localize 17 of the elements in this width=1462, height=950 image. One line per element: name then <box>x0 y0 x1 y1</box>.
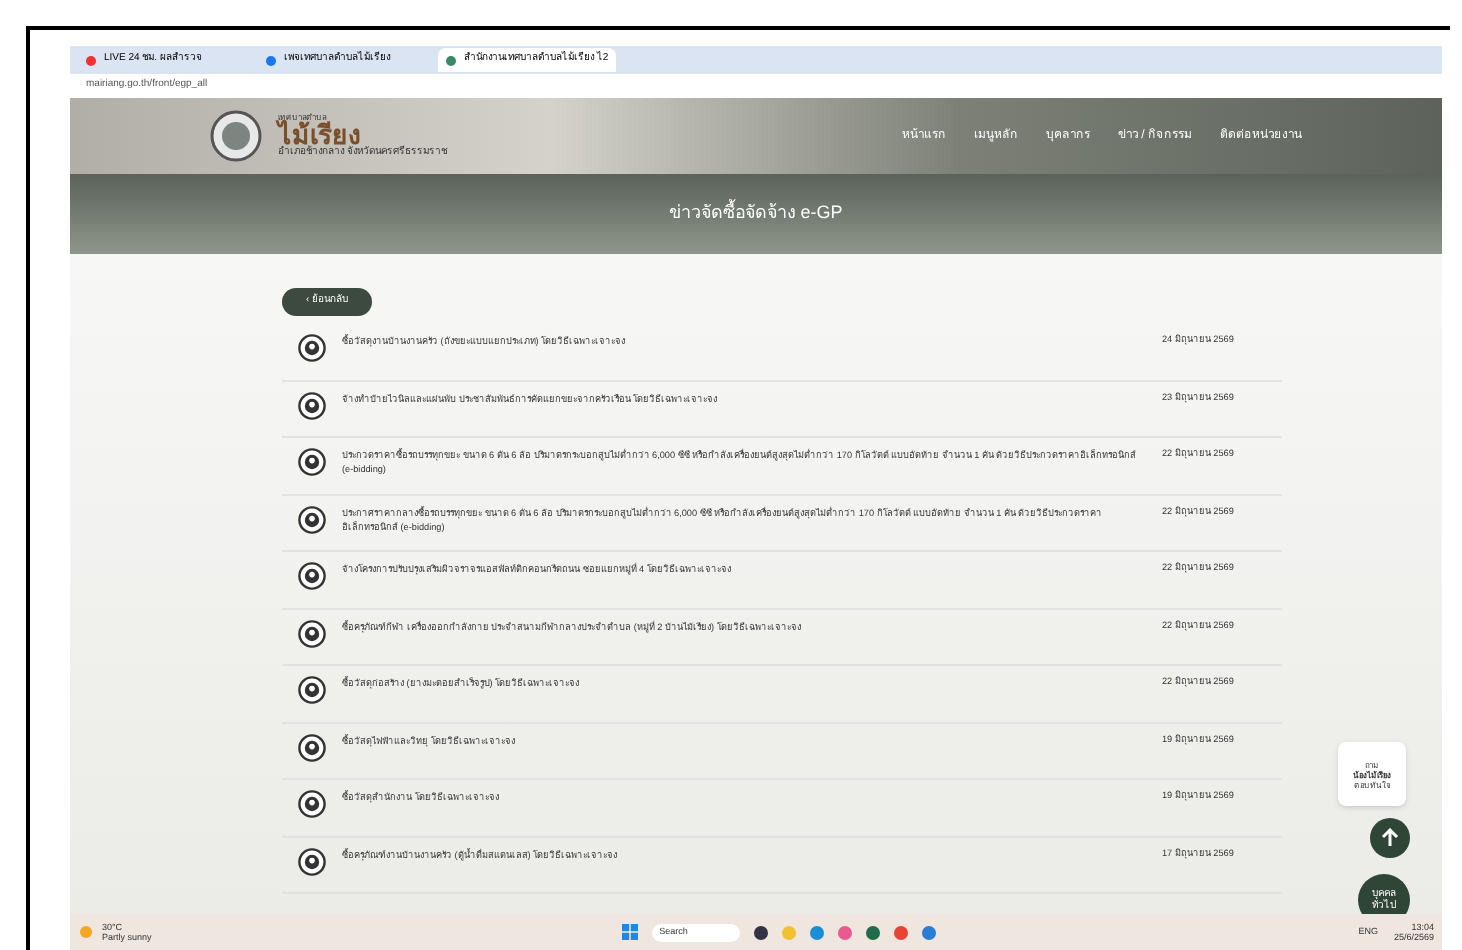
scroll-top-button[interactable] <box>1370 818 1410 858</box>
logo-text: ไม้เรียง <box>278 122 360 148</box>
seal-icon <box>298 562 326 590</box>
seal-icon <box>298 334 326 362</box>
seal-icon <box>298 847 326 875</box>
seal-icon <box>298 733 326 761</box>
seal-icon <box>298 448 326 476</box>
seal-icon <box>298 505 326 533</box>
seal-icon <box>298 676 326 704</box>
seal-icon <box>298 790 326 818</box>
logo-icon <box>210 110 262 162</box>
seal-icon <box>298 619 326 647</box>
windows-icon <box>621 924 638 940</box>
sun-icon <box>78 924 94 940</box>
seal-icon <box>298 391 326 419</box>
page-title: ข่าวจัดซื้อจัดจ้าง e-GP <box>669 200 843 227</box>
arrow-up-icon <box>1380 828 1400 848</box>
